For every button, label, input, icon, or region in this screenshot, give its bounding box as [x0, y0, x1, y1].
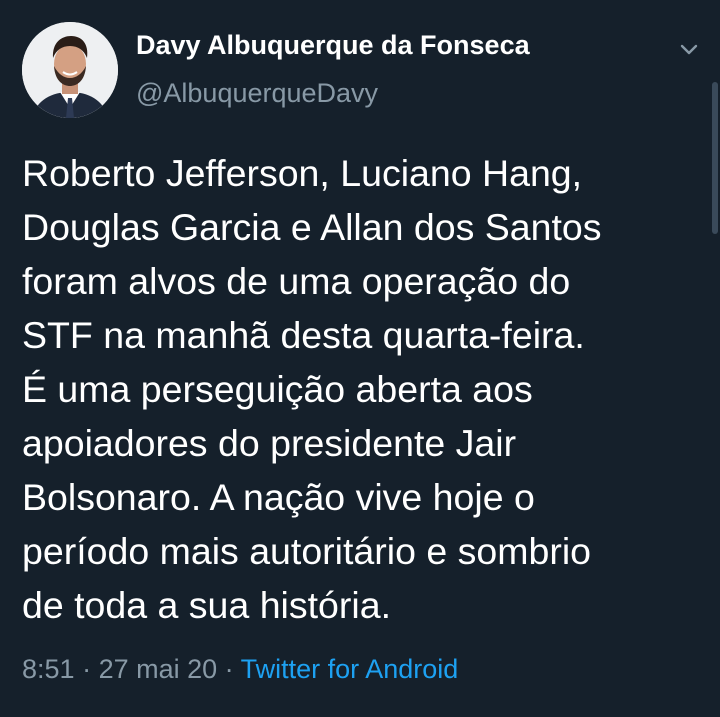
- chevron-down-icon[interactable]: [676, 36, 702, 62]
- tweet-text-line: foram alvos de uma operação do: [22, 260, 571, 302]
- tweet-card: Davy Albuquerque da Fonseca @Albuquerque…: [0, 0, 720, 717]
- avatar-photo: [22, 22, 118, 118]
- tweet-date: 27 mai 20: [98, 654, 218, 684]
- scrollbar[interactable]: [712, 82, 718, 234]
- tweet-text: Roberto Jefferson, Luciano Hang, Douglas…: [22, 146, 712, 632]
- avatar[interactable]: [22, 22, 118, 118]
- tweet-text-line: de toda a sua história.: [22, 584, 391, 626]
- tweet-text-line: Douglas Garcia e Allan dos Santos: [22, 206, 602, 248]
- tweet-time: 8:51: [22, 654, 75, 684]
- tweet-text-line: apoiadores do presidente Jair: [22, 422, 517, 464]
- tweet-text-line: período mais autoritário e sombrio: [22, 530, 592, 572]
- tweet-text-line: É uma perseguição aberta aos: [22, 368, 533, 410]
- author-handle[interactable]: @AlbuquerqueDavy: [136, 78, 378, 109]
- tweet-meta: 8:51 · 27 mai 20 · Twitter for Android: [22, 654, 458, 685]
- tweet-text-line: Roberto Jefferson, Luciano Hang,: [22, 152, 583, 194]
- tweet-source-link[interactable]: Twitter for Android: [241, 654, 459, 684]
- meta-separator: ·: [217, 654, 241, 684]
- author-name[interactable]: Davy Albuquerque da Fonseca: [136, 30, 530, 61]
- tweet-text-line: Bolsonaro. A nação vive hoje o: [22, 476, 535, 518]
- meta-separator: ·: [74, 654, 99, 684]
- tweet-text-line: STF na manhã desta quarta-feira.: [22, 314, 585, 356]
